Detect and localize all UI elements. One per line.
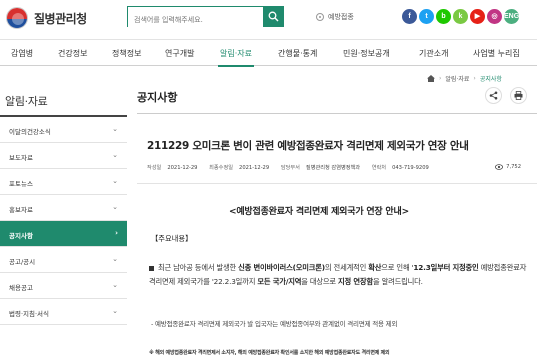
meta-phone: 043-719-9209 [392, 165, 429, 171]
para-text: 최근 남아공 등에서 발생한 [158, 263, 237, 272]
breadcrumb-separator: › [439, 75, 442, 82]
nav-item[interactable]: 알림·자료 [218, 48, 254, 67]
breadcrumb-current[interactable]: 공지사항 [480, 74, 502, 83]
meta-modified: 2021-12-29 [239, 165, 270, 171]
meta-created-label: 작성일 [147, 165, 162, 171]
nav-item[interactable]: 정책정보 [112, 48, 141, 59]
para-bold: 12.3일부터 지정중인 [413, 263, 479, 272]
nav-item[interactable]: 사업별 누리집 [473, 48, 520, 59]
main-nav: 감염병 건강정보 정책정보 연구개발 알림·자료 간행물·통계 민원·정보공개 기관소개 사업별… [0, 39, 537, 67]
twitter-icon[interactable]: t [419, 9, 434, 24]
youtube-icon[interactable]: ▶ [470, 9, 485, 24]
meta-modified-label: 최종수정일 [209, 165, 234, 171]
chevron-down-icon: ⌄ [112, 307, 118, 315]
para-text: 의 전세계적인 [324, 263, 367, 272]
search-box [127, 6, 284, 30]
para-text: 을 알려드립니다. [372, 277, 423, 286]
logo-emblem-icon [6, 7, 28, 29]
sidebar-item-label: 보도자료 [9, 154, 33, 162]
share-button[interactable] [485, 87, 502, 104]
sidebar-title: 알림·자료 [0, 80, 127, 117]
chevron-down-icon: ⌄ [112, 125, 118, 133]
meta-dept-label: 담당부서 [280, 165, 300, 171]
page-title: 공지사항 [137, 91, 178, 104]
nav-item[interactable]: 건강정보 [58, 48, 87, 59]
breadcrumb-item[interactable]: 알림·자료 [445, 74, 469, 83]
sidebar-item-label: 포토뉴스 [9, 180, 33, 188]
nav-item[interactable]: 간행물·통계 [278, 48, 317, 59]
para-bold: 모든 국가/지역 [257, 277, 302, 286]
vaccination-label: 예방접종 [328, 13, 354, 21]
body-heading: <예방접종완료자 격리면제 제외국가 연장 안내> [229, 207, 409, 217]
sub-heading: 【주요내용】 [151, 234, 193, 243]
social-links: f t b k ▶ ◎ ENG [402, 9, 521, 24]
home-icon[interactable] [427, 75, 435, 82]
site-header: 질병관리청 예방접종 ftbk▶◎ENG [0, 0, 537, 36]
logo-text: 질병관리청 [34, 11, 87, 26]
divider [137, 113, 537, 114]
sidebar-item-label: 공고/공시 [9, 258, 36, 266]
sidebar: 알림·자료 이달의건강소식 ⌄ 보도자료 ⌄ 포토뉴스 ⌄ 홍보자료 ⌄ 공지사항 › 공고/공시 ⌄… [0, 80, 127, 325]
chevron-right-icon: › [115, 229, 118, 237]
body-paragraph: 최근 남아공 등에서 발생한 신종 변이바이러스(오미크론)의 전세계적인 확산… [149, 261, 529, 289]
instagram-icon[interactable]: ◎ [487, 9, 502, 24]
chevron-down-icon: ⌄ [112, 281, 118, 289]
breadcrumb-separator: › [473, 75, 476, 82]
view-count-value: 7,752 [506, 164, 521, 170]
vaccination-link[interactable]: 예방접종 [316, 12, 354, 22]
meta-created: 2021-12-29 [167, 165, 198, 171]
sidebar-item[interactable]: 포토뉴스 ⌄ [0, 169, 127, 195]
para-bold: 지정 연장함 [338, 277, 373, 286]
breadcrumb: › 알림·자료 › 공지사항 [427, 74, 502, 83]
sidebar-item-label: 채용공고 [9, 284, 33, 292]
english-icon[interactable]: ENG [504, 9, 519, 24]
sidebar-item-label: 이달의건강소식 [9, 128, 51, 136]
sidebar-item-label: 홍보자료 [9, 206, 33, 214]
sidebar-item[interactable]: 법령·지침·서식 ⌄ [0, 299, 127, 325]
print-icon [514, 91, 523, 100]
nav-item[interactable]: 감염병 [11, 48, 33, 59]
body-note: - 예방접종완료자 격리면제 제외국가 발 입국자는 예방접종여부와 관계없이 … [151, 320, 398, 328]
sidebar-item[interactable]: 홍보자료 ⌄ [0, 195, 127, 221]
meta-phone-label: 연락처 [371, 165, 387, 171]
vaccination-icon [316, 13, 324, 21]
sidebar-item[interactable]: 공지사항 › [0, 221, 127, 247]
view-count: 7,752 [495, 164, 527, 170]
chevron-down-icon: ⌄ [112, 151, 118, 159]
sidebar-item-label: 공지사항 [9, 232, 33, 240]
para-text: 을 대상으로 [301, 277, 336, 286]
chevron-down-icon: ⌄ [112, 255, 118, 263]
divider [137, 183, 537, 184]
para-text: 으로 인해 ' [381, 263, 414, 272]
sidebar-item[interactable]: 공고/공시 ⌄ [0, 247, 127, 273]
search-icon [268, 11, 279, 22]
kakao-icon[interactable]: k [453, 9, 468, 24]
post-title: 211229 오미크론 변이 관련 예방접종완료자 격리면제 제외국가 연장 안… [147, 140, 469, 152]
blog-icon[interactable]: b [436, 9, 451, 24]
eye-icon [495, 164, 504, 170]
chevron-down-icon: ⌄ [112, 177, 118, 185]
post-meta: 작성일 2021-12-29 최종수정일 2021-12-29 담당부서 질병관리청 … [147, 164, 537, 171]
search-input[interactable] [128, 10, 264, 30]
site-logo[interactable]: 질병관리청 [6, 7, 87, 29]
sidebar-item[interactable]: 이달의건강소식 ⌄ [0, 117, 127, 143]
share-icon [489, 91, 498, 100]
sidebar-item[interactable]: 보도자료 ⌄ [0, 143, 127, 169]
para-bold: 확산 [368, 263, 382, 272]
meta-dept: 질병관리청 감염병정책과 [305, 165, 361, 171]
bullet-icon [149, 265, 154, 271]
para-bold: 신종 변이바이러스(오미크론) [238, 263, 325, 272]
search-button[interactable] [263, 6, 284, 27]
print-button[interactable] [510, 87, 527, 104]
body-footnote: ※ 해외 예방접종완료자 격리면제서 소지자, 해외 예방접종완료자 확인서를 … [149, 350, 390, 356]
facebook-icon[interactable]: f [402, 9, 417, 24]
chevron-down-icon: ⌄ [112, 203, 118, 211]
nav-item[interactable]: 연구개발 [165, 48, 194, 59]
sidebar-item[interactable]: 채용공고 ⌄ [0, 273, 127, 299]
sidebar-item-label: 법령·지침·서식 [9, 310, 50, 318]
nav-item[interactable]: 기관소개 [419, 48, 448, 59]
nav-item[interactable]: 민원·정보공개 [343, 48, 390, 59]
